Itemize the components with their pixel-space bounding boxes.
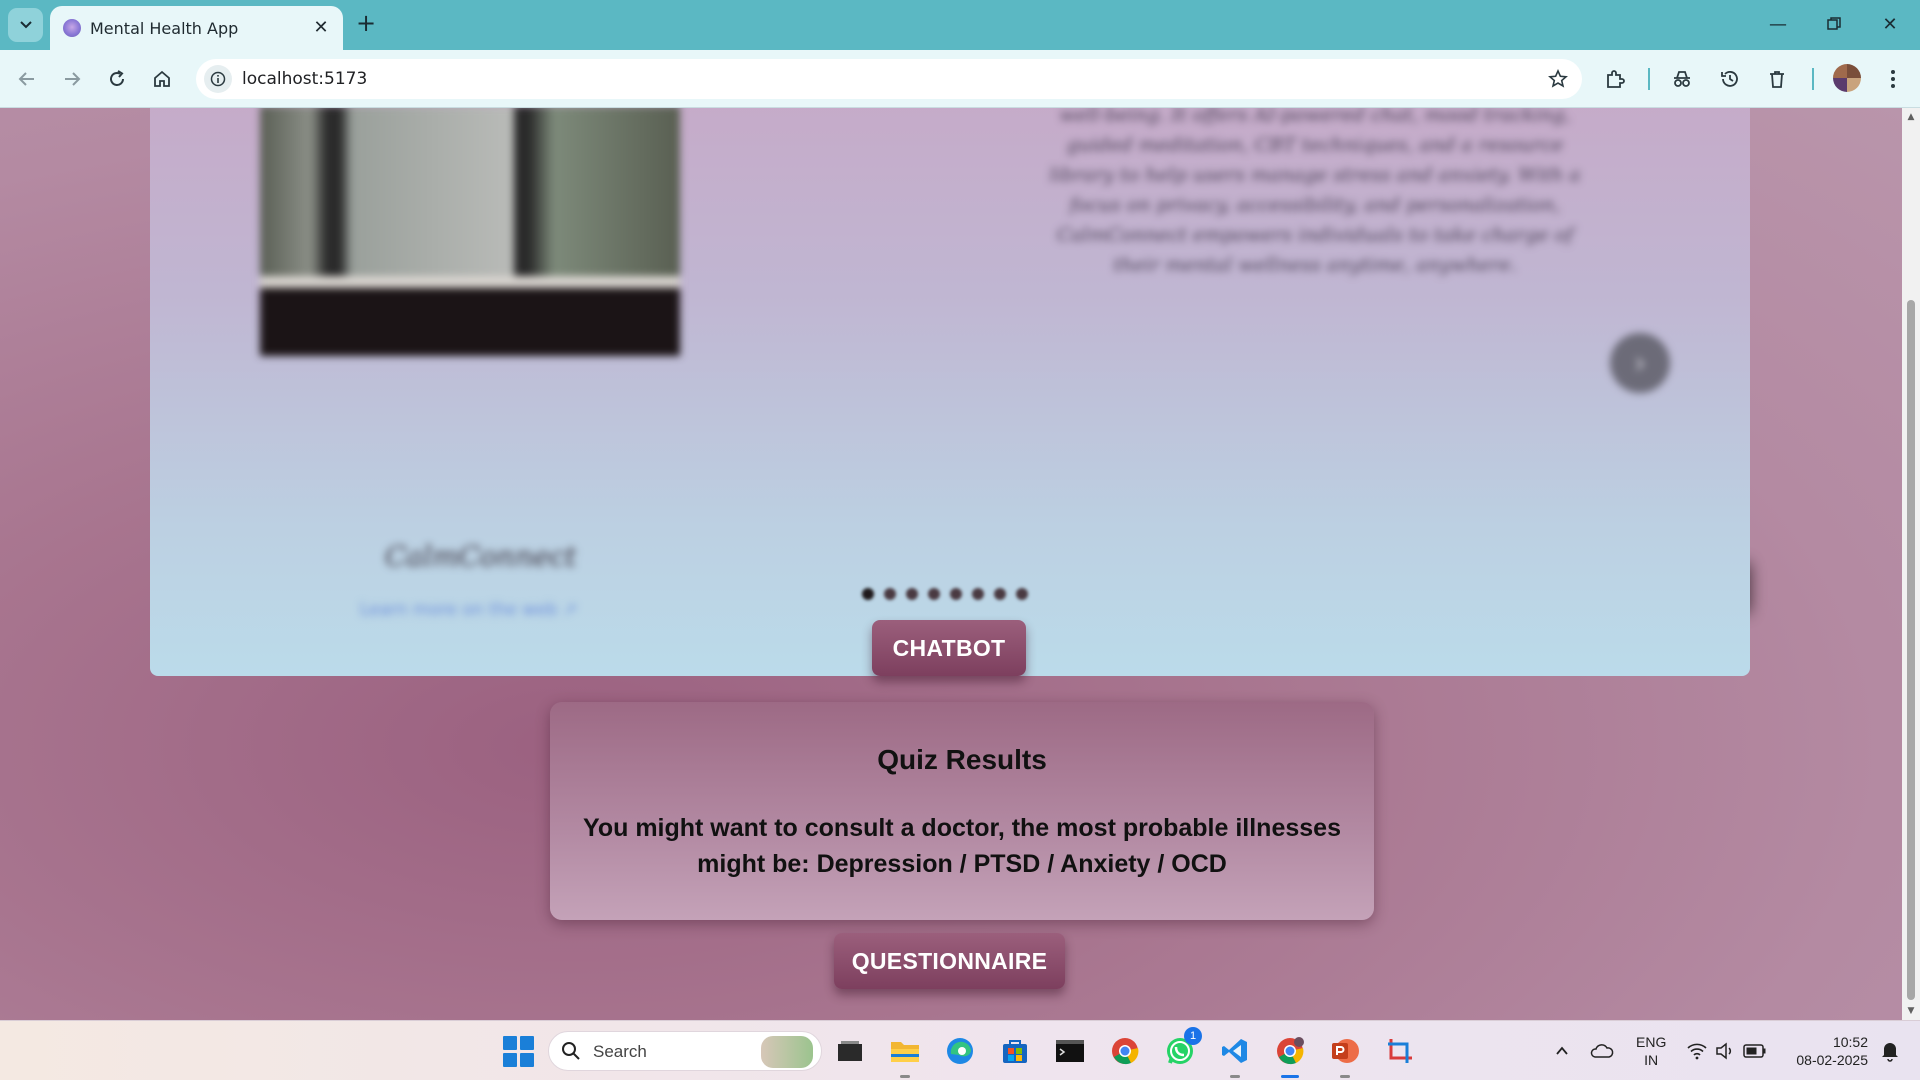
- chevron-right-icon: ›: [1634, 345, 1646, 381]
- chevron-up-icon[interactable]: [1544, 1033, 1580, 1069]
- carousel-dot[interactable]: [1016, 588, 1028, 600]
- star-icon[interactable]: [1546, 67, 1570, 91]
- back-icon[interactable]: [10, 62, 44, 96]
- snipping-tool-icon[interactable]: [1382, 1033, 1418, 1069]
- carousel-title: CalmConnect: [385, 540, 577, 573]
- browser-tab[interactable]: Mental Health App ✕: [50, 6, 343, 50]
- carousel-dot[interactable]: [950, 588, 962, 600]
- carousel-dots: [862, 588, 1028, 600]
- page-viewport: well-being. It offers AI-powered chat, m…: [0, 108, 1902, 1020]
- profile-avatar[interactable]: [1833, 64, 1861, 92]
- page-scrollbar[interactable]: ▲ ▼: [1902, 108, 1920, 1020]
- toolbar-separator: [1812, 68, 1814, 90]
- tab-strip: Mental Health App ✕ + — ✕: [0, 0, 1920, 50]
- clock[interactable]: 10:52 08-02-2025: [1784, 1033, 1868, 1069]
- taskbar-search[interactable]: Search: [548, 1031, 822, 1071]
- carousel-dot[interactable]: [972, 588, 984, 600]
- new-tab-button[interactable]: +: [352, 9, 380, 37]
- carousel-dot[interactable]: [884, 588, 896, 600]
- tab-title: Mental Health App: [90, 19, 239, 38]
- menu-icon[interactable]: [1876, 62, 1910, 96]
- edge-icon[interactable]: [942, 1033, 978, 1069]
- extensions-icon[interactable]: [1598, 62, 1632, 96]
- window-view-image: [260, 108, 680, 276]
- tab-search-button[interactable]: [8, 8, 43, 42]
- scroll-up-icon[interactable]: ▲: [1906, 112, 1916, 122]
- running-indicator: [1230, 1075, 1240, 1078]
- home-icon[interactable]: [145, 62, 179, 96]
- powerpoint-icon[interactable]: [1327, 1033, 1363, 1078]
- notification-badge: 1: [1184, 1027, 1202, 1045]
- url-text[interactable]: localhost:5173: [242, 69, 367, 89]
- onedrive-icon[interactable]: [1584, 1033, 1620, 1069]
- carousel-image: [260, 108, 680, 356]
- reload-icon[interactable]: [100, 62, 134, 96]
- vscode-icon[interactable]: [1217, 1033, 1253, 1078]
- battery-icon[interactable]: [1737, 1033, 1773, 1069]
- info-icon[interactable]: [204, 65, 232, 93]
- carousel-link-text[interactable]: Learn more on the web: [360, 600, 557, 620]
- whatsapp-icon[interactable]: 1: [1162, 1027, 1202, 1069]
- chrome-icon[interactable]: [1107, 1033, 1143, 1069]
- start-button[interactable]: [500, 1033, 536, 1069]
- search-placeholder[interactable]: Search: [593, 1042, 647, 1062]
- close-window-icon[interactable]: ✕: [1870, 8, 1910, 40]
- incognito-icon[interactable]: [1665, 62, 1699, 96]
- quiz-results-message: You might want to consult a doctor, the …: [583, 814, 1341, 878]
- store-icon[interactable]: [997, 1033, 1033, 1069]
- active-indicator: [1281, 1075, 1299, 1078]
- trash-icon[interactable]: [1760, 62, 1794, 96]
- windows-taskbar: Search 1 ENG IN 10:52 08-02-2025: [0, 1020, 1920, 1080]
- carousel-next-button[interactable]: ›: [1610, 333, 1670, 393]
- carousel-dot[interactable]: [906, 588, 918, 600]
- running-indicator: [1340, 1075, 1350, 1078]
- restore-icon[interactable]: [1814, 8, 1854, 40]
- clock-date: 08-02-2025: [1796, 1052, 1868, 1068]
- carousel-link[interactable]: Learn more on the web ↗: [360, 600, 577, 620]
- search-icon: [562, 1042, 580, 1060]
- chrome-profile-icon[interactable]: [1272, 1033, 1308, 1078]
- file-explorer-icon[interactable]: [887, 1033, 923, 1078]
- window-sill: [260, 276, 680, 288]
- carousel-dot[interactable]: [928, 588, 940, 600]
- clock-time: 10:52: [1832, 1034, 1868, 1050]
- carousel-dot[interactable]: [862, 588, 874, 600]
- notification-bell-icon[interactable]: [1872, 1033, 1908, 1069]
- questionnaire-button[interactable]: QUESTIONNAIRE: [834, 933, 1065, 989]
- address-bar[interactable]: localhost:5173: [196, 59, 1582, 99]
- chevron-down-icon: [19, 21, 32, 29]
- terminal-icon[interactable]: [1052, 1033, 1088, 1069]
- language-indicator[interactable]: ENG IN: [1636, 1033, 1666, 1069]
- scroll-thumb[interactable]: [1907, 300, 1915, 1000]
- language-code: ENG: [1636, 1034, 1667, 1050]
- toolbar-separator: [1648, 68, 1650, 90]
- carousel-description: well-being. It offers AI-powered chat, m…: [1049, 108, 1581, 276]
- carousel-dot[interactable]: [994, 588, 1006, 600]
- external-link-icon: ↗: [562, 600, 578, 620]
- minimize-icon[interactable]: —: [1758, 8, 1798, 40]
- language-region: IN: [1644, 1052, 1659, 1068]
- forward-icon[interactable]: [55, 62, 89, 96]
- history-icon[interactable]: [1713, 62, 1747, 96]
- running-indicator: [900, 1075, 910, 1078]
- quiz-results-title: Quiz Results: [877, 744, 1047, 775]
- browser-toolbar: localhost:5173: [0, 50, 1920, 108]
- quiz-results-card: Quiz Results You might want to consult a…: [550, 702, 1374, 920]
- task-view-icon[interactable]: [832, 1033, 868, 1069]
- close-icon[interactable]: ✕: [309, 15, 333, 39]
- scroll-down-icon[interactable]: ▼: [1906, 1006, 1916, 1016]
- chatbot-button[interactable]: CHATBOT: [872, 620, 1026, 676]
- search-highlight-image: [761, 1036, 813, 1068]
- favicon-icon: [63, 19, 81, 37]
